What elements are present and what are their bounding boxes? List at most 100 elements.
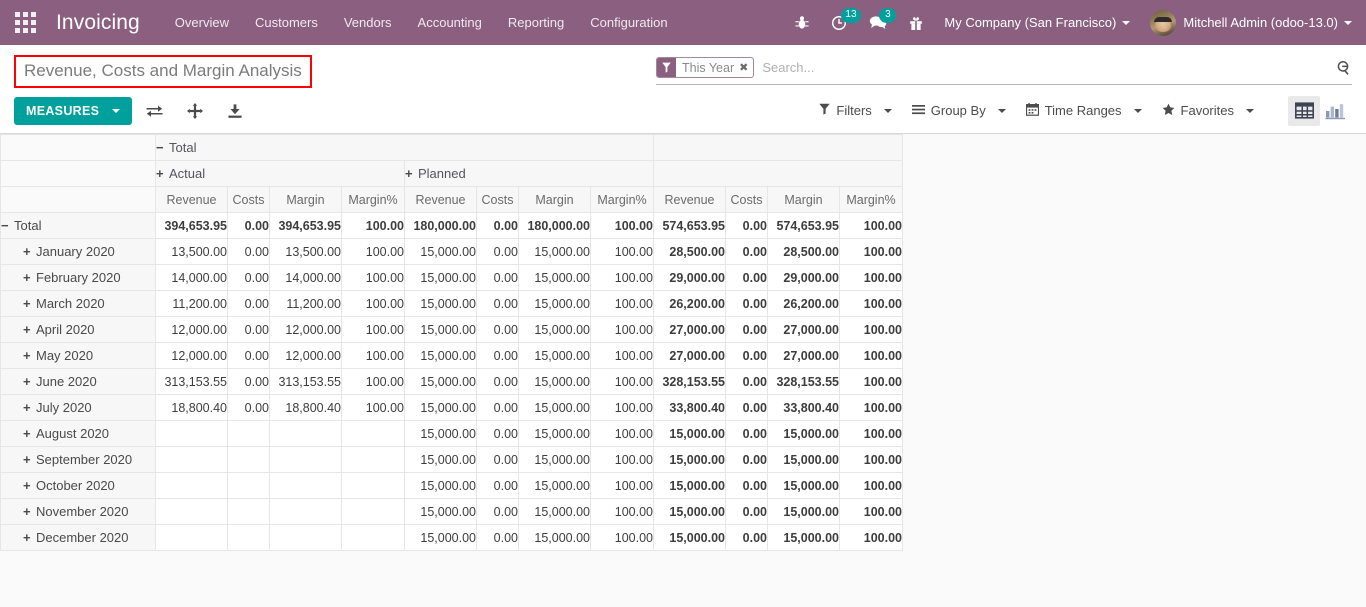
cell-value[interactable]: 100.00 [591,369,654,395]
measure-header-margin[interactable]: Margin [519,187,591,213]
cell-value[interactable]: 0.00 [726,265,768,291]
cell-value[interactable]: 33,800.40 [654,395,726,421]
cell-value[interactable]: 15,000.00 [519,291,591,317]
search-input[interactable] [754,59,1328,76]
cell-value[interactable]: 15,000.00 [405,395,477,421]
row-header[interactable]: +May 2020 [1,343,156,369]
cell-value[interactable]: 0.00 [228,343,270,369]
cell-value[interactable]: 18,800.40 [270,395,342,421]
cell-value[interactable]: 28,500.00 [654,239,726,265]
filters-dropdown[interactable]: Filters [811,98,899,123]
cell-value[interactable]: 0.00 [228,317,270,343]
cell-value[interactable]: 574,653.95 [768,213,840,239]
cell-value[interactable] [228,447,270,473]
cell-value[interactable]: 100.00 [840,291,903,317]
cell-value[interactable]: 180,000.00 [519,213,591,239]
cell-value[interactable] [270,447,342,473]
cell-value[interactable]: 0.00 [726,499,768,525]
cell-value[interactable]: 394,653.95 [270,213,342,239]
cell-value[interactable]: 12,000.00 [156,343,228,369]
cell-value[interactable]: 14,000.00 [270,265,342,291]
cell-value[interactable]: 100.00 [342,369,405,395]
flip-axis-icon[interactable] [136,104,173,118]
cell-value[interactable]: 100.00 [342,291,405,317]
measure-header-margin-pct[interactable]: Margin% [342,187,405,213]
gift-icon[interactable] [898,0,934,45]
cell-value[interactable]: 15,000.00 [768,447,840,473]
company-switcher[interactable]: My Company (San Francisco) [934,15,1140,30]
row-header[interactable]: +December 2020 [1,525,156,551]
cell-value[interactable] [270,525,342,551]
cell-value[interactable]: 100.00 [591,447,654,473]
cell-value[interactable] [228,473,270,499]
menu-item-accounting[interactable]: Accounting [405,9,495,36]
cell-value[interactable]: 100.00 [342,265,405,291]
cell-value[interactable]: 15,000.00 [768,525,840,551]
cell-value[interactable]: 100.00 [591,213,654,239]
cell-value[interactable]: 0.00 [726,213,768,239]
cell-value[interactable]: 100.00 [591,317,654,343]
cell-value[interactable]: 15,000.00 [519,421,591,447]
row-header[interactable]: +June 2020 [1,369,156,395]
cell-value[interactable]: 0.00 [726,395,768,421]
cell-value[interactable]: 27,000.00 [768,317,840,343]
cell-value[interactable]: 26,200.00 [768,291,840,317]
cell-value[interactable]: 0.00 [477,421,519,447]
measure-header-margin[interactable]: Margin [768,187,840,213]
cell-value[interactable]: 28,500.00 [768,239,840,265]
cell-value[interactable]: 0.00 [477,395,519,421]
download-xlsx-icon[interactable] [217,103,253,119]
cell-value[interactable]: 15,000.00 [519,395,591,421]
measure-header-costs[interactable]: Costs [477,187,519,213]
menu-item-overview[interactable]: Overview [162,9,242,36]
row-header[interactable]: +February 2020 [1,265,156,291]
cell-value[interactable]: 15,000.00 [519,265,591,291]
cell-value[interactable]: 27,000.00 [654,343,726,369]
cell-value[interactable] [342,525,405,551]
cell-value[interactable]: 29,000.00 [768,265,840,291]
cell-value[interactable]: 0.00 [726,291,768,317]
row-header[interactable]: +September 2020 [1,447,156,473]
cell-value[interactable]: 15,000.00 [405,473,477,499]
cell-value[interactable]: 100.00 [840,473,903,499]
facet-remove-icon[interactable]: ✖ [739,61,748,74]
cell-value[interactable] [270,499,342,525]
cell-value[interactable] [342,499,405,525]
cell-value[interactable]: 12,000.00 [270,317,342,343]
cell-value[interactable]: 100.00 [591,473,654,499]
activities-clock-icon[interactable]: 13 [820,0,858,45]
cell-value[interactable]: 100.00 [342,213,405,239]
measures-button[interactable]: MEASURES [14,97,132,125]
measure-header-revenue[interactable]: Revenue [654,187,726,213]
cell-value[interactable]: 15,000.00 [519,317,591,343]
pivot-view-button[interactable] [1288,96,1320,126]
cell-value[interactable]: 328,153.55 [768,369,840,395]
measure-header-margin-pct[interactable]: Margin% [591,187,654,213]
cell-value[interactable]: 15,000.00 [768,499,840,525]
cell-value[interactable]: 0.00 [477,499,519,525]
cell-value[interactable]: 15,000.00 [519,473,591,499]
measure-header-revenue[interactable]: Revenue [405,187,477,213]
cell-value[interactable]: 100.00 [591,239,654,265]
cell-value[interactable]: 0.00 [726,421,768,447]
favorites-dropdown[interactable]: Favorites [1154,98,1262,124]
cell-value[interactable]: 26,200.00 [654,291,726,317]
cell-value[interactable]: 15,000.00 [405,343,477,369]
cell-value[interactable]: 0.00 [477,265,519,291]
cell-value[interactable]: 100.00 [840,395,903,421]
expand-all-icon[interactable] [177,103,213,119]
cell-value[interactable]: 27,000.00 [654,317,726,343]
cell-value[interactable]: 100.00 [591,421,654,447]
cell-value[interactable]: 18,800.40 [156,395,228,421]
cell-value[interactable]: 33,800.40 [768,395,840,421]
cell-value[interactable]: 0.00 [477,213,519,239]
cell-value[interactable]: 13,500.00 [156,239,228,265]
cell-value[interactable]: 100.00 [591,265,654,291]
measure-header-margin-pct[interactable]: Margin% [840,187,903,213]
cell-value[interactable]: 15,000.00 [654,421,726,447]
cell-value[interactable]: 100.00 [342,239,405,265]
cell-value[interactable]: 100.00 [840,265,903,291]
cell-value[interactable]: 100.00 [591,291,654,317]
cell-value[interactable]: 0.00 [477,369,519,395]
column-group-planned[interactable]: +Planned [405,161,654,187]
